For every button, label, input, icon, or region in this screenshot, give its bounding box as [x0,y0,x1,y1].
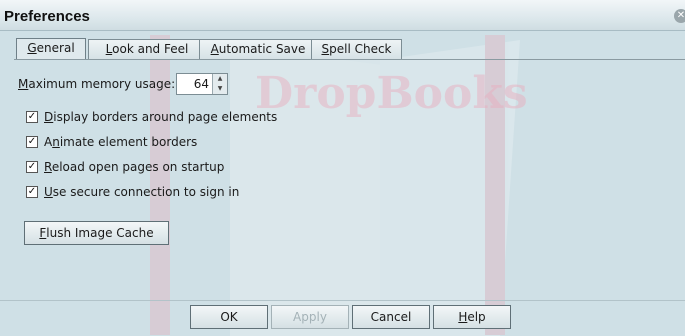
ok-button[interactable]: OK [190,305,268,329]
checkbox-label-accel: n [52,135,60,149]
flush-image-cache-button[interactable]: Flush Image Cache [24,221,169,245]
apply-label: Apply [293,310,327,324]
tab-spell-check-accel: S [321,42,330,56]
memory-value[interactable]: 64 [194,77,209,91]
cancel-button[interactable]: Cancel [352,305,430,329]
memory-label-accel: M [18,77,29,91]
checkbox-label-accel: D [44,110,54,124]
flush-label: lush Image Cache [46,226,154,240]
title-bar: Preferences ✕ [0,0,685,31]
checkbox-label-accel: U [44,185,53,199]
checkbox-label-accel: R [44,160,52,174]
checkbox-label-post: se secure connection to sign in [52,185,240,199]
checkbox-checked-icon[interactable]: ✓ [26,186,38,198]
watermark-text: DropBooks [255,68,528,119]
tab-look-and-feel-label: ook and Feel [112,42,189,56]
watermark-book-page-right [380,40,520,336]
tab-panel-border [14,59,685,60]
ok-label: OK [220,310,238,324]
watermark-bookmark-right [485,35,505,335]
tab-automatic-save-accel: A [210,42,219,56]
help-accel: H [458,310,468,324]
stepper-buttons: ▲ ▼ [212,74,227,94]
tab-general-accel: G [27,41,37,55]
checkbox-label-post: eload open pages on startup [51,160,225,174]
tab-general-label: eneral [36,41,75,55]
help-label: elp [467,310,486,324]
button-bar-divider [0,300,685,301]
checkbox-label-post: imate element borders [59,135,198,149]
checkbox-label-post: isplay borders around page elements [53,110,278,124]
stepper-down-icon[interactable]: ▼ [213,84,227,94]
memory-label: Maximum memory usage: [18,77,175,91]
checkbox-label: Use secure connection to sign in [44,185,239,199]
window-title: Preferences [4,8,90,25]
cancel-label: Cancel [370,310,412,324]
tab-general[interactable]: General [16,38,86,60]
checkbox-checked-icon[interactable]: ✓ [26,136,38,148]
tab-spell-check-label: pell Check [329,42,392,56]
tab-automatic-save-label: utomatic Save [218,42,306,56]
checkbox-checked-icon[interactable]: ✓ [26,161,38,173]
tab-spell-check[interactable]: Spell Check [311,39,402,59]
apply-button[interactable]: Apply [271,305,349,329]
tab-automatic-save[interactable]: Automatic Save [199,39,317,59]
checkbox-label: Animate element borders [44,135,197,149]
checkbox-label-pre: A [44,135,53,149]
checkbox-label: Reload open pages on startup [44,160,224,174]
checkbox-label: Display borders around page elements [44,110,277,124]
help-button[interactable]: Help [433,305,511,329]
memory-stepper[interactable]: 64 ▲ ▼ [176,73,228,95]
close-icon[interactable]: ✕ [674,9,685,23]
watermark-book-spine [305,40,395,336]
checkbox-checked-icon[interactable]: ✓ [26,111,38,123]
memory-label-text: aximum memory usage: [28,77,176,91]
tab-look-and-feel[interactable]: Look and Feel [88,39,206,59]
watermark-book-page [230,45,420,336]
